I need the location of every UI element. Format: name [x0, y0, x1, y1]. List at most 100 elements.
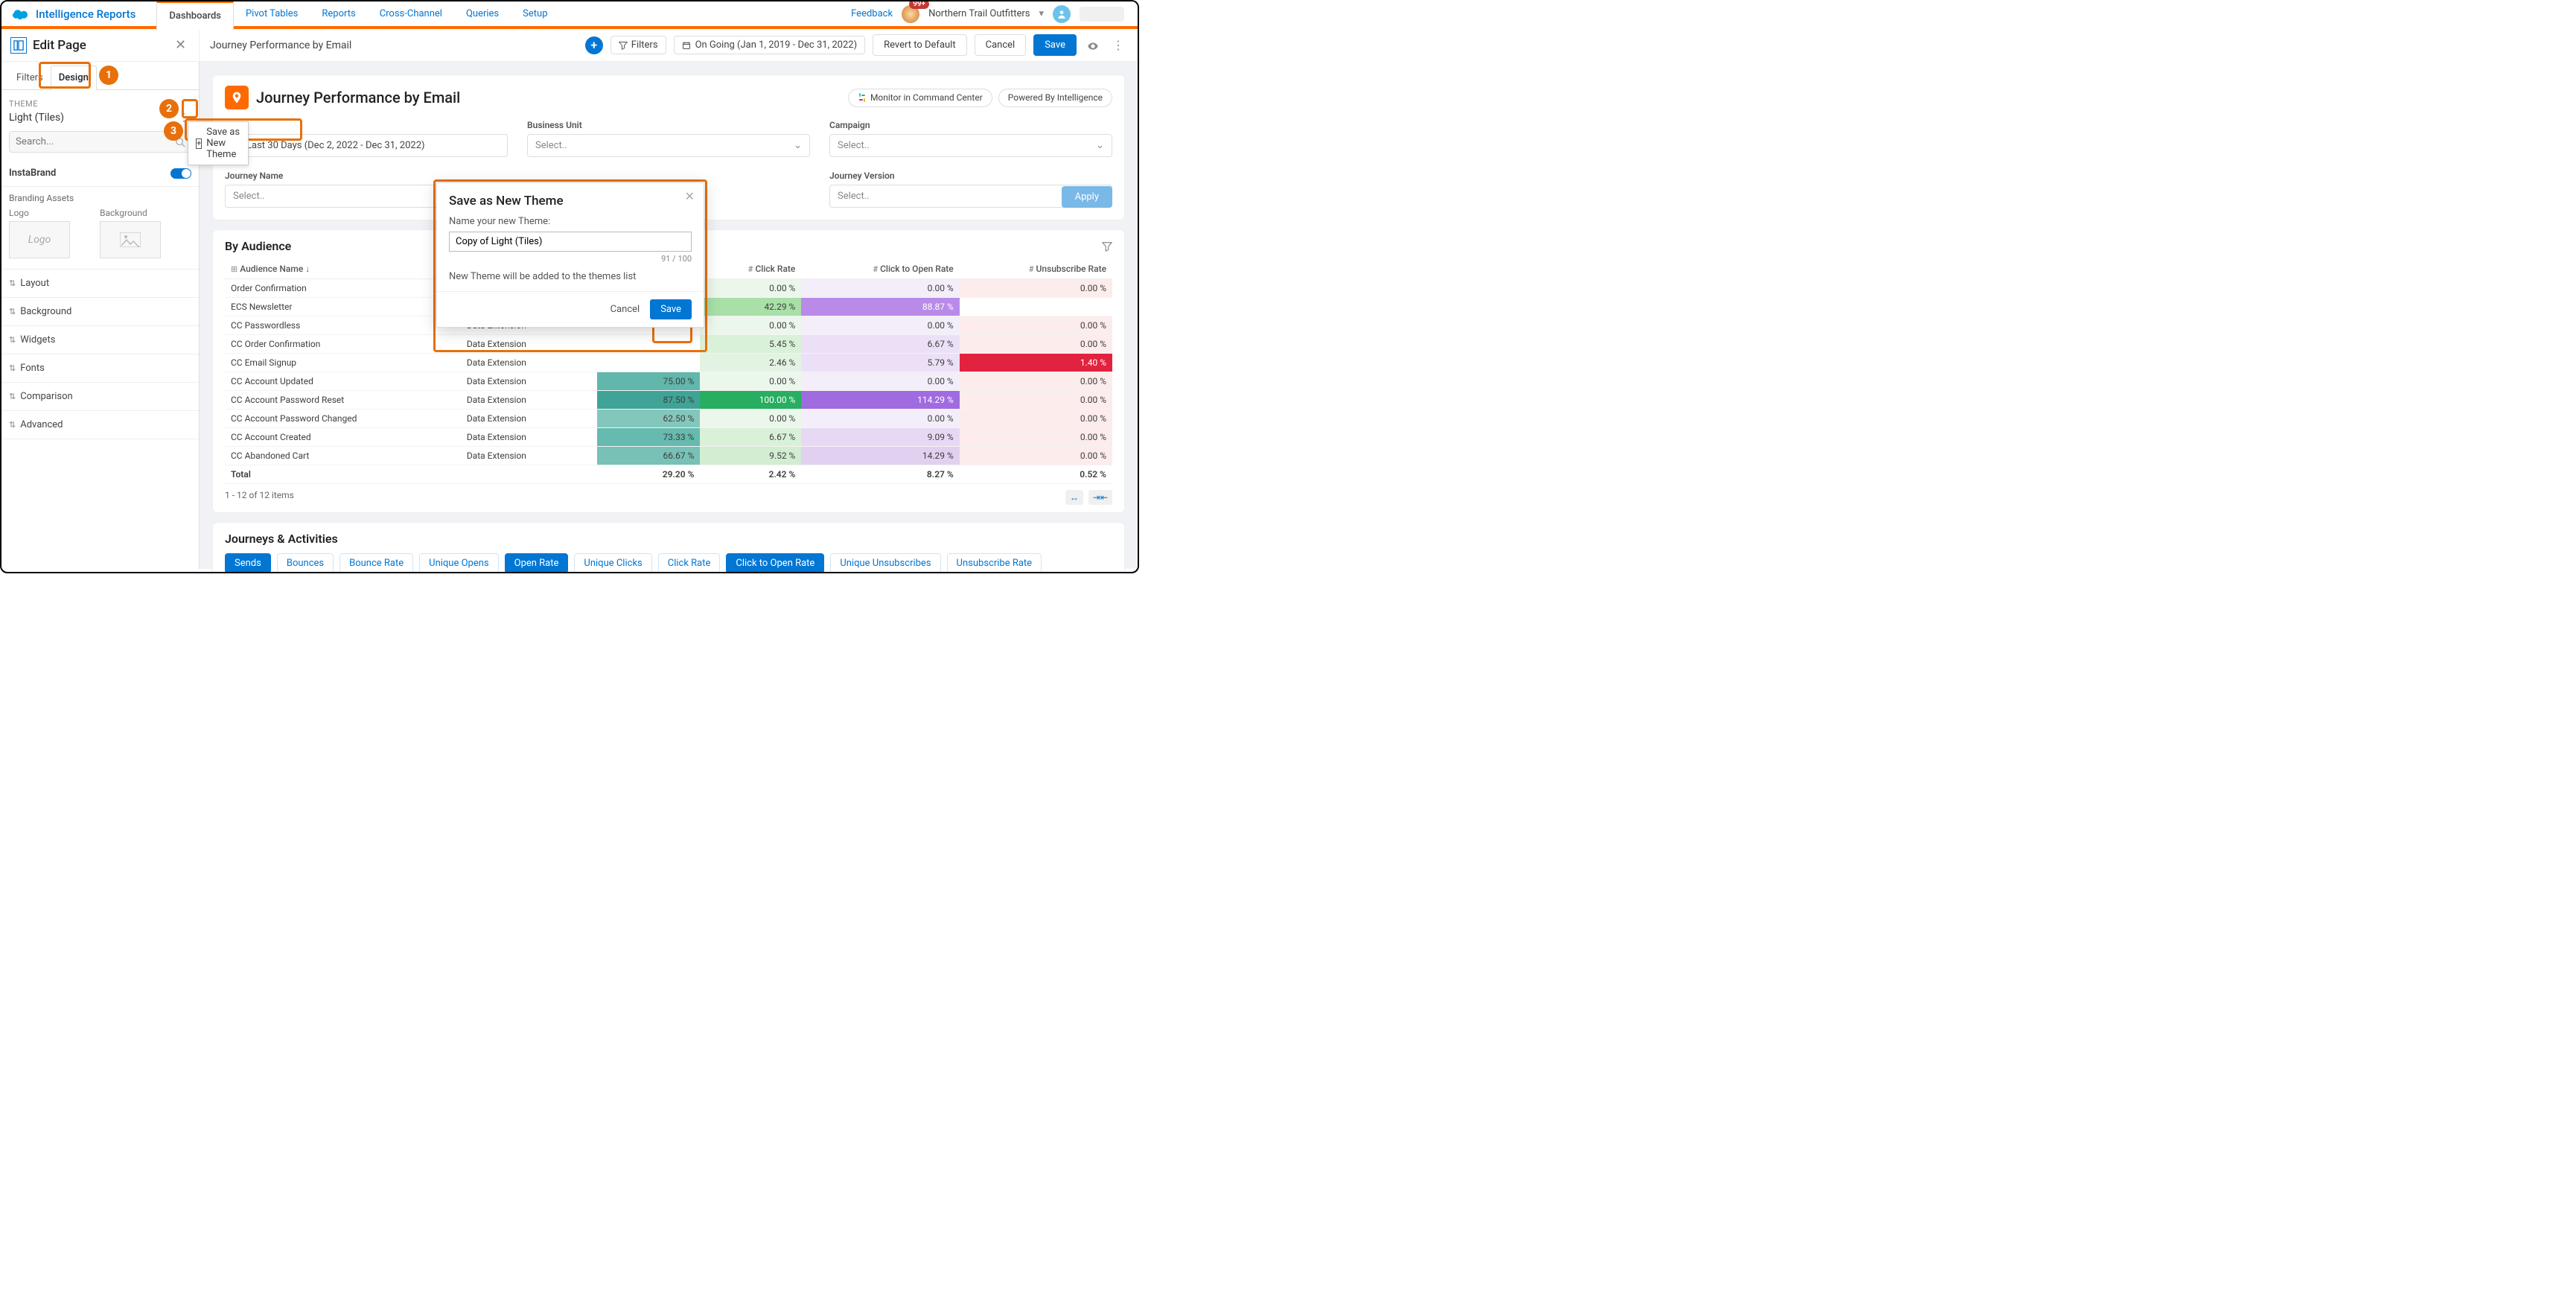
filter-icon[interactable]: [1102, 241, 1112, 252]
cancel-button[interactable]: Cancel: [975, 34, 1027, 56]
chip-unsubscribe-rate[interactable]: Unsubscribe Rate: [947, 553, 1042, 573]
preview-icon[interactable]: [1084, 38, 1102, 52]
einstein-icon[interactable]: 99+: [902, 5, 919, 23]
filter-bu-label: Business Unit: [527, 120, 810, 130]
feedback-link[interactable]: Feedback: [851, 8, 893, 19]
modal-close-icon[interactable]: ✕: [685, 189, 695, 203]
apply-button[interactable]: Apply: [1062, 186, 1112, 208]
table-total-row: Total29.20 %2.42 %8.27 %0.52 %: [225, 465, 1112, 484]
date-range-picker[interactable]: On Going (Jan 1, 2019 - Dec 31, 2022): [674, 36, 866, 54]
accordion-widgets[interactable]: ⇅Widgets: [1, 326, 199, 354]
table-row[interactable]: CC Account CreatedData Extension73.33 %6…: [225, 428, 1112, 447]
revert-button[interactable]: Revert to Default: [873, 34, 967, 56]
chevron-updown-icon: ⇅: [9, 278, 16, 288]
dashboard-title: Journey Performance by Email: [256, 89, 460, 106]
branding-assets: Branding Assets Logo Logo Background: [1, 187, 199, 270]
chevron-down-icon: ⌄: [794, 140, 802, 151]
placeholder-skeleton: [1080, 7, 1124, 22]
chip-bounces[interactable]: Bounces: [277, 553, 334, 573]
salesforce-cloud-icon: [9, 7, 31, 22]
table-row[interactable]: CC Abandoned CartData Extension66.67 %9.…: [225, 447, 1112, 465]
more-icon[interactable]: ⋮: [1109, 38, 1127, 52]
top-tab-cross-channel[interactable]: Cross-Channel: [368, 1, 454, 28]
background-placeholder[interactable]: [100, 221, 161, 258]
callout-3: 3: [164, 121, 183, 141]
chip-click-to-open-rate[interactable]: Click to Open Rate: [726, 553, 824, 573]
filter-campaign-label: Campaign: [829, 120, 1112, 130]
top-tab-pivot-tables[interactable]: Pivot Tables: [234, 1, 310, 28]
accordion-advanced[interactable]: ⇅Advanced: [1, 411, 199, 439]
table-row[interactable]: CC Email SignupData Extension2.46 %5.79 …: [225, 354, 1112, 372]
filters-button[interactable]: Filters: [610, 36, 666, 54]
accordion-fonts[interactable]: ⇅Fonts: [1, 354, 199, 383]
filter-journey-version-label: Journey Version: [829, 171, 1112, 181]
branding-assets-label: Branding Assets: [9, 193, 191, 203]
monitor-command-center-button[interactable]: Monitor in Command Center: [848, 89, 992, 107]
pager-expand-icon[interactable]: ↔: [1065, 490, 1083, 505]
chip-unique-opens[interactable]: Unique Opens: [419, 553, 498, 573]
instabrand-row: InstaBrand: [1, 160, 199, 187]
chevron-updown-icon: ⇅: [9, 307, 16, 316]
topbar-right: Feedback 99+ Northern Trail Outfitters ▾: [851, 5, 1138, 23]
callout-1: 1: [99, 66, 118, 85]
second-bar: Edit Page ✕ Journey Performance by Email…: [1, 29, 1138, 62]
chevron-down-icon: ⌄: [1096, 140, 1104, 151]
modal-char-count: 91 / 100: [449, 254, 692, 264]
chevron-down-icon: ▾: [1039, 8, 1044, 19]
column-header[interactable]: ⊞Audience Name ↓: [225, 259, 461, 279]
column-header[interactable]: #Unsubscribe Rate: [960, 259, 1112, 279]
pager: 1 - 12 of 12 items ↔ ⇥⇤: [225, 484, 1112, 505]
logo-placeholder[interactable]: Logo: [9, 221, 70, 258]
filter-bu-select[interactable]: Select..⌄: [527, 134, 810, 157]
top-tab-setup[interactable]: Setup: [511, 1, 559, 28]
logo-asset-label: Logo: [9, 208, 70, 218]
instabrand-toggle[interactable]: [170, 168, 191, 179]
sidebar-subtab-filters[interactable]: Filters: [9, 66, 51, 89]
table-row[interactable]: CC Account UpdatedData Extension75.00 %0…: [225, 372, 1112, 391]
funnel-icon: [619, 41, 628, 50]
org-name[interactable]: Northern Trail Outfitters: [928, 8, 1030, 19]
chip-open-rate[interactable]: Open Rate: [505, 553, 569, 573]
column-header[interactable]: #Click to Open Rate: [801, 259, 959, 279]
column-header[interactable]: #Click Rate: [700, 259, 801, 279]
save-button[interactable]: Save: [1033, 34, 1077, 56]
top-nav: Intelligence Reports DashboardsPivot Tab…: [1, 1, 1138, 29]
table-row[interactable]: CC Account Password ResetData Extension8…: [225, 391, 1112, 410]
chip-sends[interactable]: Sends: [225, 553, 271, 573]
chip-unique-unsubscribes[interactable]: Unique Unsubscribes: [830, 553, 940, 573]
accordion-layout[interactable]: ⇅Layout: [1, 270, 199, 298]
audience-title: By Audience: [225, 239, 291, 253]
table-row[interactable]: CC Account Password ChangedData Extensio…: [225, 410, 1112, 428]
top-tab-reports[interactable]: Reports: [310, 1, 367, 28]
journeys-title: Journeys & Activities: [225, 532, 1112, 546]
chip-unique-clicks[interactable]: Unique Clicks: [574, 553, 651, 573]
chip-click-rate[interactable]: Click Rate: [658, 553, 721, 573]
top-tab-dashboards[interactable]: Dashboards: [156, 1, 234, 31]
notification-badge: 99+: [909, 0, 929, 9]
modal-input-label: Name your new Theme:: [449, 216, 692, 227]
save-as-new-theme-popover[interactable]: + Save as New Theme: [188, 121, 249, 165]
add-button[interactable]: +: [585, 36, 603, 54]
top-tab-queries[interactable]: Queries: [454, 1, 511, 28]
powered-by-intelligence-badge[interactable]: Powered By Intelligence: [998, 89, 1112, 107]
sidebar-subtab-design[interactable]: Design: [51, 66, 97, 90]
main-canvas: Journey Performance by Email Monitor in …: [200, 62, 1138, 569]
top-tabs: DashboardsPivot TablesReportsCross-Chann…: [156, 1, 559, 28]
close-icon[interactable]: ✕: [175, 37, 188, 53]
plus-square-icon: +: [196, 138, 202, 149]
filter-campaign-select[interactable]: Select..⌄: [829, 134, 1112, 157]
pager-collapse-icon[interactable]: ⇥⇤: [1088, 490, 1112, 505]
user-avatar[interactable]: [1053, 5, 1071, 23]
modal-cancel-button[interactable]: Cancel: [610, 304, 640, 315]
accordion-background[interactable]: ⇅Background: [1, 298, 199, 326]
theme-name-input[interactable]: [449, 232, 692, 252]
edit-sidebar: FiltersDesign THEME Light (Tiles) ⋮ Inst…: [1, 62, 200, 569]
edit-page-icon: [10, 37, 27, 54]
modal-save-button[interactable]: Save: [650, 299, 692, 319]
table-row[interactable]: CC Order ConfirmationData Extension5.45 …: [225, 335, 1112, 354]
chip-bounce-rate[interactable]: Bounce Rate: [339, 553, 413, 573]
modal-note: New Theme will be added to the themes li…: [449, 271, 692, 282]
background-asset-label: Background: [100, 208, 161, 218]
filter-date-picker[interactable]: Last 30 Days (Dec 2, 2022 - Dec 31, 2022…: [225, 134, 508, 157]
accordion-comparison[interactable]: ⇅Comparison: [1, 383, 199, 411]
